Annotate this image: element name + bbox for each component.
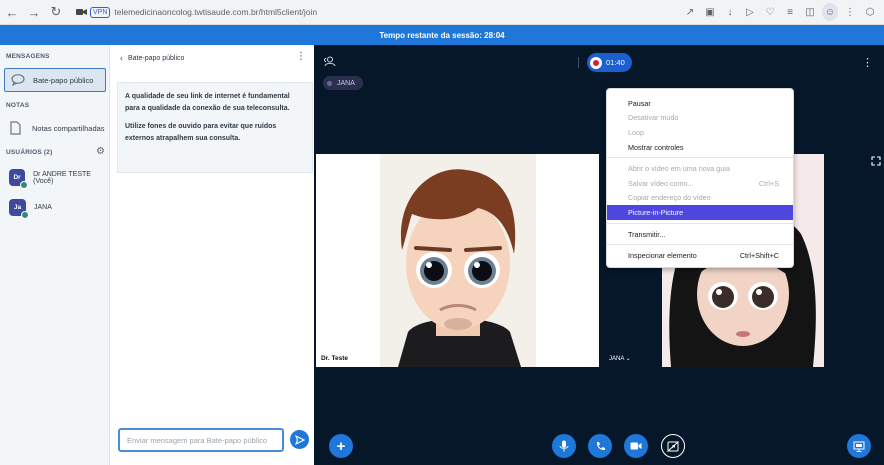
forward-icon[interactable]: →	[24, 2, 44, 22]
messages-header: MENSAGENS	[6, 53, 50, 60]
extensions-icon[interactable]: ⬡	[862, 3, 878, 21]
status-dot-icon	[21, 211, 29, 219]
browser-toolbar: ← → ↻ VPN telemedicinaoncolog.twtisaude.…	[0, 0, 884, 25]
sidebar-item-public-chat[interactable]: Bate-papo público	[4, 68, 106, 92]
actions-button[interactable]: +	[329, 434, 353, 458]
address-bar[interactable]: VPN telemedicinaoncolog.twtisaude.com.br…	[76, 2, 317, 22]
welcome-paragraph-1: A qualidade de seu link de internet é fu…	[125, 93, 290, 112]
fullscreen-icon[interactable]	[871, 156, 881, 168]
shared-notes-label: Notas compartilhadas	[32, 123, 105, 133]
menu-item-open-video-new-tab: Abrir o vídeo em uma nova guia	[628, 164, 730, 174]
message-input-placeholder: Enviar mensagem para Bate-papo público	[127, 435, 268, 445]
users-header: USUÁRIOS (2)	[6, 149, 53, 156]
status-dot-icon	[20, 181, 29, 189]
heart-icon[interactable]: ♡	[762, 3, 778, 21]
menu-item-show-controls[interactable]: Mostrar controles	[607, 140, 793, 155]
send-icon	[294, 434, 305, 445]
public-chat-label: Bate-papo público	[33, 75, 94, 85]
video-name-label[interactable]: JANA ⌄	[609, 355, 631, 362]
video-avatar-male	[316, 154, 599, 367]
session-timer-bar: Tempo restante da sessão: 28:04	[0, 25, 884, 45]
menu-item-save-video: Salvar vídeo como... Ctrl+S	[628, 178, 779, 188]
video-context-menu: Pausar Desativar mudo Loop Mostrar contr…	[606, 88, 794, 268]
chat-title: Bate-papo público	[128, 54, 185, 62]
microphone-button[interactable]	[552, 434, 576, 458]
menu-item-inspect[interactable]: Inspecionar elemento Ctrl+Shift+C	[607, 248, 793, 263]
video-camera-icon	[630, 442, 642, 450]
welcome-message: A qualidade de seu link de internet é fu…	[117, 82, 313, 173]
talking-indicator: JANA	[323, 76, 363, 90]
presentation-icon	[853, 441, 865, 452]
user-list-item[interactable]: Ja JANA	[9, 199, 52, 219]
menu-item-unmute: Desativar mudo	[628, 113, 679, 123]
screen-share-off-icon	[667, 440, 679, 452]
user-name: JANA	[34, 204, 52, 211]
chevron-left-icon[interactable]: ‹	[120, 53, 123, 63]
play-icon[interactable]: ▷	[742, 3, 758, 21]
menu-separator	[607, 244, 793, 246]
session-timer-text: Tempo restante da sessão: 28:04	[379, 30, 505, 40]
user-list-item[interactable]: Dr Dr ANDRE TESTE (Você)	[9, 169, 109, 189]
camera-button[interactable]	[624, 434, 648, 458]
avatar: Ja	[9, 199, 29, 219]
menu-separator	[607, 222, 793, 224]
chat-bubble-icon	[9, 71, 27, 89]
menu-item-picture-in-picture[interactable]: Picture-in-Picture	[607, 205, 793, 220]
send-button[interactable]	[290, 430, 309, 449]
profile-icon[interactable]: ☺	[822, 3, 838, 21]
browser-actions: ↗ ▣ ↓ ▷ ♡ ≡ ◫ ☺ ⋮ ⬡	[682, 3, 878, 21]
vpn-badge[interactable]: VPN	[90, 6, 111, 18]
record-icon	[590, 56, 602, 69]
menu-icon[interactable]: ⋮	[842, 3, 858, 21]
chat-header[interactable]: ‹ Bate-papo público	[120, 53, 184, 63]
user-name: Dr ANDRE TESTE (Você)	[33, 170, 91, 185]
presentation-button[interactable]	[847, 434, 871, 458]
tab-list-icon[interactable]: ≡	[782, 3, 798, 21]
screenshot-icon[interactable]: ▣	[702, 3, 718, 21]
download-icon[interactable]: ↓	[722, 3, 738, 21]
user-options-icon[interactable]	[323, 56, 336, 70]
phone-button[interactable]	[588, 434, 612, 458]
menu-item-loop: Loop	[628, 127, 644, 137]
recording-time: 01:40	[606, 58, 625, 67]
open-external-icon[interactable]: ↗	[682, 3, 698, 21]
microphone-icon	[559, 440, 569, 452]
menu-separator	[607, 157, 793, 159]
welcome-paragraph-2: Utilize fones de ouvido para evitar que …	[125, 123, 277, 142]
reload-icon[interactable]: ↻	[46, 2, 66, 22]
options-icon[interactable]: ⋮	[862, 56, 873, 69]
back-icon[interactable]: ←	[2, 2, 22, 22]
menu-item-copy-video-address: Copiar endereço do vídeo	[628, 193, 711, 203]
sidebar-item-shared-notes[interactable]: Notas compartilhadas	[6, 119, 105, 137]
notes-header: NOTAS	[6, 102, 30, 109]
sidebar: MENSAGENS Bate-papo público NOTAS Notas …	[0, 45, 110, 465]
url-text[interactable]: telemedicinaoncolog.twtisaude.com.br/htm…	[114, 7, 317, 17]
talking-user: JANA	[337, 79, 355, 87]
document-icon	[6, 119, 24, 137]
recording-indicator[interactable]: 01:40	[587, 53, 632, 72]
mic-indicator-icon	[327, 80, 332, 86]
collections-icon[interactable]: ◫	[802, 3, 818, 21]
video-name-label: Dr. Teste	[321, 355, 348, 362]
message-input[interactable]: Enviar mensagem para Bate-papo público	[118, 428, 284, 452]
avatar: Dr	[9, 169, 29, 189]
camera-icon	[76, 9, 87, 15]
video-tile-dr-teste[interactable]: Dr. Teste	[316, 154, 599, 367]
divider	[578, 57, 579, 68]
chat-panel: ‹ Bate-papo público ⋮ A qualidade de seu…	[110, 45, 314, 465]
menu-item-cast[interactable]: Transmitir...	[607, 227, 793, 242]
phone-icon	[596, 441, 605, 450]
screen-share-button[interactable]	[661, 434, 685, 458]
menu-item-pause[interactable]: Pausar	[607, 96, 793, 111]
chat-options-icon[interactable]: ⋮	[296, 51, 306, 62]
plus-icon: +	[336, 437, 346, 455]
gear-icon[interactable]: ⚙	[96, 146, 105, 157]
video-stage: 01:40 ⋮ JANA Dr. Teste JANA ⌄ +	[314, 45, 884, 465]
